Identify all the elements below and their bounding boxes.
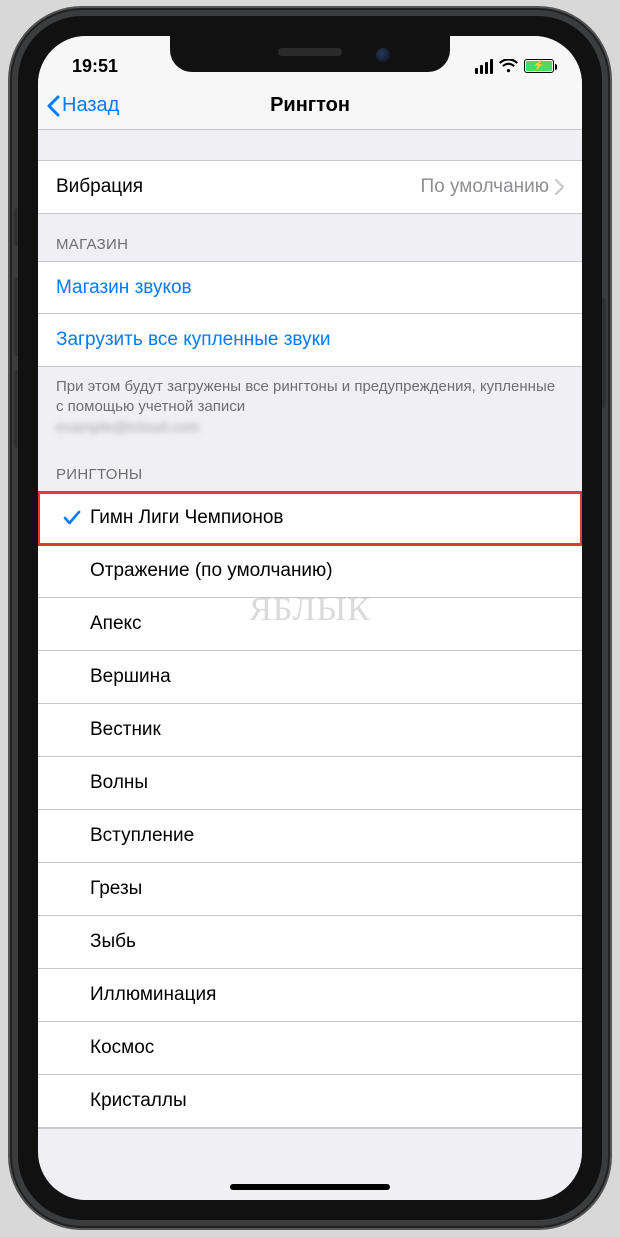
ringtone-label: Космос xyxy=(90,1037,564,1059)
ringtone-label: Иллюминация xyxy=(90,984,564,1006)
ringtone-row[interactable]: Отражение (по умолчанию) xyxy=(38,545,582,598)
chevron-right-icon xyxy=(555,179,564,195)
ringtone-row[interactable]: Вестник xyxy=(38,704,582,757)
ringtone-label: Вершина xyxy=(90,666,564,688)
ringtone-list: Гимн Лиги Чемпионов Отражение (по умолчан… xyxy=(38,491,582,1129)
vibration-value: По умолчанию xyxy=(421,176,550,198)
ringtone-row[interactable]: Волны xyxy=(38,757,582,810)
ringtone-row[interactable]: Апекс xyxy=(38,598,582,651)
ringtone-label: Кристаллы xyxy=(90,1090,564,1112)
ringtone-row[interactable]: Зыбь xyxy=(38,916,582,969)
page-title: Рингтон xyxy=(38,94,582,117)
download-all-link[interactable]: Загрузить все купленные звуки xyxy=(38,314,582,366)
ringtone-row[interactable]: Грезы xyxy=(38,863,582,916)
wifi-icon xyxy=(499,59,518,73)
cellular-signal-icon xyxy=(475,59,493,74)
battery-charging-icon: ⚡ xyxy=(524,59,554,73)
ringtone-row[interactable]: Вершина xyxy=(38,651,582,704)
store-footer-text: При этом будут загружены все рингтоны и … xyxy=(56,378,555,415)
store-footer: При этом будут загружены все рингтоны и … xyxy=(38,367,582,444)
ringtone-label: Волны xyxy=(90,772,564,794)
ringtone-label: Гимн Лиги Чемпионов xyxy=(90,507,564,529)
ringtone-label: Грезы xyxy=(90,878,564,900)
vibration-label: Вибрация xyxy=(56,176,421,198)
ringtone-row[interactable]: Иллюминация xyxy=(38,969,582,1022)
store-section-header: МАГАЗИН xyxy=(38,214,582,261)
ringtone-row[interactable]: Кристаллы xyxy=(38,1075,582,1128)
ringtone-row[interactable]: Космос xyxy=(38,1022,582,1075)
content-scroll[interactable]: Вибрация По умолчанию МАГАЗИН Магазин зв… xyxy=(38,130,582,1200)
status-time: 19:51 xyxy=(72,56,118,77)
home-indicator[interactable] xyxy=(230,1184,390,1190)
ringtone-label: Апекс xyxy=(90,613,564,635)
vibration-row[interactable]: Вибрация По умолчанию xyxy=(38,161,582,213)
ringtone-row[interactable]: Вступление xyxy=(38,810,582,863)
device-notch xyxy=(170,36,450,72)
sound-store-link[interactable]: Магазин звуков xyxy=(38,262,582,314)
navigation-bar: Назад Рингтон xyxy=(38,82,582,130)
sound-store-label: Магазин звуков xyxy=(56,277,192,299)
ringtones-section-header: РИНГТОНЫ xyxy=(38,444,582,491)
store-footer-account: example@icloud.com xyxy=(56,418,200,438)
back-label: Назад xyxy=(62,94,119,117)
checkmark-icon xyxy=(54,510,90,526)
ringtone-label: Отражение (по умолчанию) xyxy=(90,560,564,582)
ringtone-label: Зыбь xyxy=(90,931,564,953)
ringtone-row[interactable]: Гимн Лиги Чемпионов xyxy=(38,492,582,545)
ringtone-label: Вестник xyxy=(90,719,564,741)
chevron-left-icon xyxy=(46,95,60,117)
back-button[interactable]: Назад xyxy=(46,94,119,117)
download-all-label: Загрузить все купленные звуки xyxy=(56,329,331,351)
ringtone-label: Вступление xyxy=(90,825,564,847)
